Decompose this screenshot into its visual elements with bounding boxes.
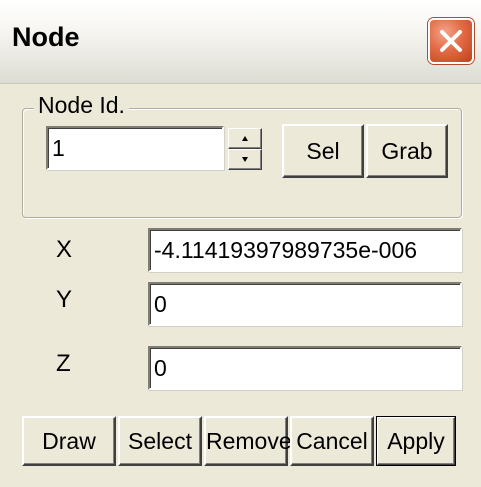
z-coordinate-input[interactable] — [148, 346, 462, 390]
window-title: Node — [12, 22, 80, 52]
cancel-button[interactable]: Cancel — [290, 416, 374, 466]
remove-button[interactable]: Remove — [204, 416, 292, 466]
x-label: X — [56, 236, 73, 263]
node-id-group-label: Node Id. — [34, 92, 129, 119]
y-label: Y — [56, 286, 73, 313]
y-coordinate-input[interactable] — [148, 282, 462, 326]
close-icon — [440, 30, 462, 52]
grab-button[interactable]: Grab — [366, 124, 448, 178]
apply-button[interactable]: Apply — [376, 416, 456, 466]
title-bar[interactable]: Node — [0, 0, 481, 84]
spin-up-button[interactable] — [228, 128, 262, 149]
spin-up-icon — [242, 136, 248, 141]
node-id-input[interactable] — [46, 126, 224, 170]
spin-down-button[interactable] — [228, 149, 262, 170]
sel-button[interactable]: Sel — [282, 124, 364, 178]
select-button[interactable]: Select — [118, 416, 202, 466]
z-label: Z — [56, 350, 71, 377]
close-button[interactable] — [428, 18, 474, 64]
x-coordinate-input[interactable] — [148, 228, 462, 272]
spin-down-icon — [242, 157, 248, 162]
node-dialog: Node Node Id. Sel Grab X Y Z Draw Select… — [0, 0, 481, 487]
draw-button[interactable]: Draw — [22, 416, 116, 466]
node-id-spinner — [228, 128, 262, 170]
